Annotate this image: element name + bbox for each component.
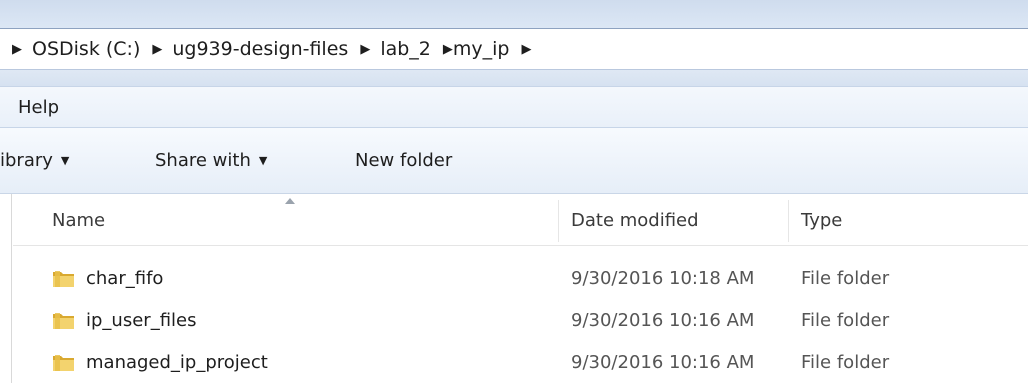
menu-bar: Help [0,86,1028,128]
chevron-right-icon[interactable]: ▶ [12,42,22,57]
column-header-type[interactable]: Type [801,210,842,231]
search-strip [0,70,1028,86]
command-toolbar: ibrary ▼ Share with ▼ New folder [0,128,1028,194]
file-date: 9/30/2016 10:16 AM [571,310,755,331]
window-top-strip [0,0,1028,28]
table-row[interactable]: managed_ip_project 9/30/2016 10:16 AM Fi… [13,346,1028,380]
breadcrumb-label[interactable]: my_ip [453,38,510,60]
breadcrumb-item-lab[interactable]: ▶ lab_2 [360,38,443,60]
column-header-name[interactable]: Name [52,210,105,231]
sort-up-icon [285,198,295,204]
breadcrumb-item-drive[interactable]: ▶ OSDisk (C:) [12,38,152,60]
new-folder-label: New folder [355,150,453,171]
include-in-library-label: ibrary [0,150,53,171]
chevron-right-icon[interactable]: ▶ [521,42,531,57]
share-with-button[interactable]: Share with ▼ [155,150,267,171]
menu-help[interactable]: Help [18,97,59,118]
navigation-pane [0,194,12,383]
folder-icon [53,354,74,371]
breadcrumb-label[interactable]: ug939-design-files [172,38,348,60]
file-name-cell[interactable]: char_fifo [52,268,163,289]
column-header-date[interactable]: Date modified [571,210,699,231]
file-date: 9/30/2016 10:18 AM [571,268,755,289]
file-name: char_fifo [86,268,164,289]
chevron-down-icon: ▼ [60,154,70,167]
file-name: ip_user_files [86,310,197,331]
table-row[interactable]: char_fifo 9/30/2016 10:18 AM File folder [13,262,1028,296]
file-type: File folder [801,352,890,373]
folder-icon [53,270,74,287]
breadcrumb-item-my-ip[interactable]: ▶ my_ip ▶ [443,38,532,60]
file-name: managed_ip_project [86,352,268,373]
file-type: File folder [801,268,890,289]
file-name-cell[interactable]: ip_user_files [52,310,196,331]
breadcrumb: ▶ OSDisk (C:) ▶ ug939-design-files ▶ lab… [12,29,531,69]
chevron-down-icon: ▼ [258,154,268,167]
column-divider[interactable] [558,200,559,242]
chevron-right-icon[interactable]: ▶ [360,42,370,57]
table-row[interactable]: ip_user_files 9/30/2016 10:16 AM File fo… [13,304,1028,338]
breadcrumb-label[interactable]: lab_2 [380,38,431,60]
column-divider[interactable] [788,200,789,242]
share-with-label: Share with [155,150,251,171]
file-name-cell[interactable]: managed_ip_project [52,352,268,373]
chevron-right-icon[interactable]: ▶ [152,42,162,57]
breadcrumb-label[interactable]: OSDisk (C:) [32,38,140,60]
column-headers: Name Date modified Type [13,194,1028,246]
file-type: File folder [801,310,890,331]
new-folder-button[interactable]: New folder [355,150,452,171]
include-in-library-button[interactable]: ibrary ▼ [0,150,69,171]
chevron-right-icon[interactable]: ▶ [443,42,453,57]
file-date: 9/30/2016 10:16 AM [571,352,755,373]
breadcrumb-item-design-files[interactable]: ▶ ug939-design-files [152,38,360,60]
file-list-pane: Name Date modified Type char_fifo 9/30/2… [0,194,1028,383]
folder-icon [53,312,74,329]
address-bar[interactable]: ▶ OSDisk (C:) ▶ ug939-design-files ▶ lab… [0,28,1028,70]
